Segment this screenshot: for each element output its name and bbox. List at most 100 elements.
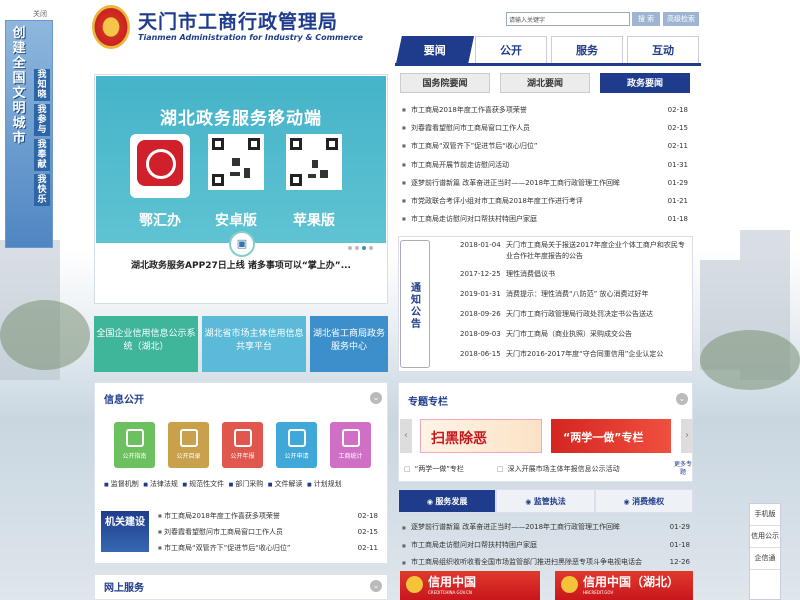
nav-tab-label: 要闻 (423, 44, 446, 57)
qr-code-ios (286, 134, 342, 190)
notice-date: 2018-06-15 (460, 350, 501, 358)
civilization-city-banner[interactable]: 创建全国文明城市 我知晓 我参与 我奉献 我快乐 (5, 20, 53, 248)
notice-item[interactable]: 2019-01-31 消费提示：理性消费“八防范” 放心消费过好年 (448, 284, 688, 304)
mobile-version-link[interactable]: 手机版 (750, 504, 780, 526)
app-label: 苹果版 (293, 213, 335, 229)
news-title: 市工商局2018年度工作喜获多项荣誉 (411, 106, 527, 114)
app-logo-icon (137, 140, 183, 186)
news-item[interactable]: 逐梦前行谱新篇 改革奋进正当时——2018年工商行政管理工作回眸 01-29 (400, 519, 692, 537)
online-service-title[interactable]: 网上服务 (104, 579, 144, 594)
news-list: 市工商局2018年度工作喜获多项荣誉 02-18 刘春霞看望慰问市工商局窗口工作人… (400, 101, 690, 229)
tile-label: 湖北省市场主体信用信息共享平台 (204, 329, 304, 352)
nav-tab-news[interactable]: 要闻 (396, 36, 474, 64)
banner-slogan: 我参与 (34, 104, 50, 136)
credit-china-banner[interactable]: 信用中国 CREDITCHINA.GOV.CN (400, 571, 540, 600)
public-guide-tile[interactable]: 公开指南 (114, 422, 155, 468)
search-input[interactable]: 请输入关键字 (506, 12, 630, 26)
emblem-icon (561, 576, 578, 593)
site-title[interactable]: 天门市工商行政管理局 (138, 7, 338, 34)
news-item[interactable]: 市工商局2018年度工作喜获多项荣誉 02-18 (400, 101, 690, 119)
service-news-list: 逐梦前行谱新篇 改革奋进正当时——2018年工商行政管理工作回眸 01-29 市工… (400, 519, 692, 572)
public-apply-tile[interactable]: 公开申请 (276, 422, 317, 468)
topic-banner-two-studies[interactable]: “两学一做”专栏 (551, 419, 671, 453)
chevron-down-icon[interactable]: ⌄ (676, 393, 688, 405)
credit-publicity-link[interactable]: 信用公示 (750, 526, 780, 548)
nav-tab-public[interactable]: 公开 (475, 36, 547, 64)
party-building-block[interactable]: 机关建设 (101, 511, 149, 552)
image-icon: ▣ (229, 231, 255, 257)
advanced-search-button[interactable]: 高级检索 (663, 12, 699, 26)
annual-report-tile[interactable]: 公开年报 (222, 422, 263, 468)
news-date: 02-15 (667, 124, 688, 133)
public-catalog-tile[interactable]: 公开目录 (168, 422, 209, 468)
link-laws[interactable]: 法律法规 (143, 480, 178, 488)
carousel-dots (348, 246, 373, 250)
chevron-down-icon[interactable]: ⌄ (370, 580, 382, 592)
tab-hubei-news[interactable]: 湖北要闻 (500, 73, 590, 93)
search-button[interactable]: 搜 索 (632, 12, 660, 26)
link-supervision[interactable]: 监督机制 (104, 480, 139, 488)
banner-title: 信用中国（湖北） (583, 575, 680, 589)
carousel-dot[interactable] (348, 246, 352, 250)
news-item[interactable]: 市工商局“双管齐下”促进节后“收心归位” 02-11 (400, 137, 690, 155)
more-topics-link[interactable]: 更多专题 (673, 461, 693, 477)
notice-label[interactable]: 通知公告 (400, 240, 430, 368)
enterprise-info-link[interactable]: 企信通 (750, 548, 780, 570)
list-item[interactable]: 市工商局“双管齐下”促进节后“收心归位” 02-11 (158, 540, 378, 556)
news-title: 市工商局走访慰问对口帮扶村特困户家庭 (411, 215, 537, 224)
notice-date: 2018-09-03 (460, 330, 501, 338)
credit-share-platform-tile[interactable]: 湖北省市场主体信用信息共享平台 (202, 316, 306, 372)
notice-item[interactable]: 2018-01-04 天门市工商局关于报送2017年度企业个体工商户和农民专业合作… (448, 238, 688, 264)
news-item[interactable]: 逐梦前行谱新篇 改革奋进正当时——2018年工商行政管理工作回眸 01-29 (400, 174, 690, 192)
link-interpretation[interactable]: 文件解读 (268, 480, 303, 488)
link-procurement[interactable]: 部门采购 (229, 480, 264, 488)
topic-link[interactable]: “两学一做”专栏 (404, 464, 464, 474)
close-banner-button[interactable]: 关闭 (33, 9, 47, 19)
news-item[interactable]: 市工商局开展节前走访慰问活动 01-31 (400, 156, 690, 174)
news-title: 市党政联合考评小组对市工商局2018年度工作进行考评 (411, 196, 583, 205)
prev-arrow-icon[interactable]: ‹ (400, 419, 412, 453)
tab-service-development[interactable]: 服务发展 (398, 489, 497, 513)
topics-title[interactable]: 专题专栏 (408, 393, 448, 408)
notice-item[interactable]: 2018-09-26 天门市工商行政管理局行政处罚决定书公告送达 (448, 304, 688, 324)
nav-tab-interact[interactable]: 互动 (627, 36, 699, 64)
nav-tab-service[interactable]: 服务 (551, 36, 623, 64)
carousel-slide[interactable]: 湖北政务服务移动端 鄂汇办 安卓版 苹果版 (96, 76, 386, 243)
carousel-caption[interactable]: 湖北政务服务APP27日上线 诸多事项可以“掌上办”... (96, 258, 386, 271)
chevron-down-icon[interactable]: ⌄ (370, 392, 382, 404)
gov-service-center-tile[interactable]: 湖北省工商局政务服务中心 (310, 316, 388, 372)
list-item[interactable]: 市工商局2018年度工作喜获多项荣誉 02-18 (158, 508, 378, 524)
link-normative-docs[interactable]: 规范性文件 (182, 480, 224, 488)
news-item[interactable]: 市工商局组织收听收看全国市场监管部门推进扫黑除恶专项斗争电视电话会 12-26 (400, 554, 692, 572)
statistics-tile[interactable]: 工商统计 (330, 422, 371, 468)
list-item[interactable]: 刘春霞看望慰问市工商局窗口工作人员 02-15 (158, 524, 378, 540)
info-public-title[interactable]: 信息公开 (104, 391, 144, 406)
news-item[interactable]: 刘春霞看望慰问市工商局窗口工作人员 02-15 (400, 119, 690, 137)
credit-hubei-banner[interactable]: 信用中国（湖北） HBCREDIT.GOV (555, 571, 693, 600)
notice-title: 天门市工商行政管理局行政处罚决定书公告送达 (506, 310, 653, 318)
carousel-dot[interactable] (355, 246, 359, 250)
link-planning[interactable]: 计划规划 (307, 480, 342, 488)
tab-state-council-news[interactable]: 国务院要闻 (400, 73, 490, 93)
news-date: 01-18 (669, 540, 690, 549)
notice-item[interactable]: 2018-09-03 天门市工商局（商业执照）采购成交公告 (448, 324, 688, 344)
notice-item[interactable]: 2017-12-25 理性消费倡议书 (448, 264, 688, 284)
banner-slogan: 我奉献 (34, 139, 50, 171)
tab-consumer-rights[interactable]: 消费维权 (594, 489, 693, 513)
news-title: 刘春霞看望慰问市工商局窗口工作人员 (411, 124, 530, 133)
carousel-dot[interactable] (369, 246, 373, 250)
news-title: 逐梦前行谱新篇 改革奋进正当时——2018年工商行政管理工作回眸 (411, 523, 621, 531)
news-item[interactable]: 市工商局走访慰问对口帮扶村特困户家庭 01-18 (400, 210, 690, 228)
carousel-dot-active[interactable] (362, 246, 366, 250)
topic-banner-anti-crime[interactable]: 扫黑除恶 (420, 419, 542, 453)
tab-enforcement[interactable]: 监管执法 (496, 489, 595, 513)
news-date: 01-29 (669, 523, 690, 531)
news-item[interactable]: 市工商局走访慰问对口帮扶村特困户家庭 01-18 (400, 537, 692, 555)
credit-system-tile[interactable]: 全国企业信用信息公示系统（湖北） (94, 316, 198, 372)
topic-link[interactable]: 深入开展市场主体年报信息公示活动 (497, 464, 620, 474)
notice-item[interactable]: 2018-06-15 天门市2016-2017年度“守合同重信用”企业认定公 (448, 344, 688, 364)
next-arrow-icon[interactable]: › (681, 419, 693, 453)
catalog-icon (179, 429, 198, 447)
news-item[interactable]: 市党政联合考评小组对市工商局2018年度工作进行考评 01-21 (400, 192, 690, 210)
tab-gov-news[interactable]: 政务要闻 (600, 73, 690, 93)
